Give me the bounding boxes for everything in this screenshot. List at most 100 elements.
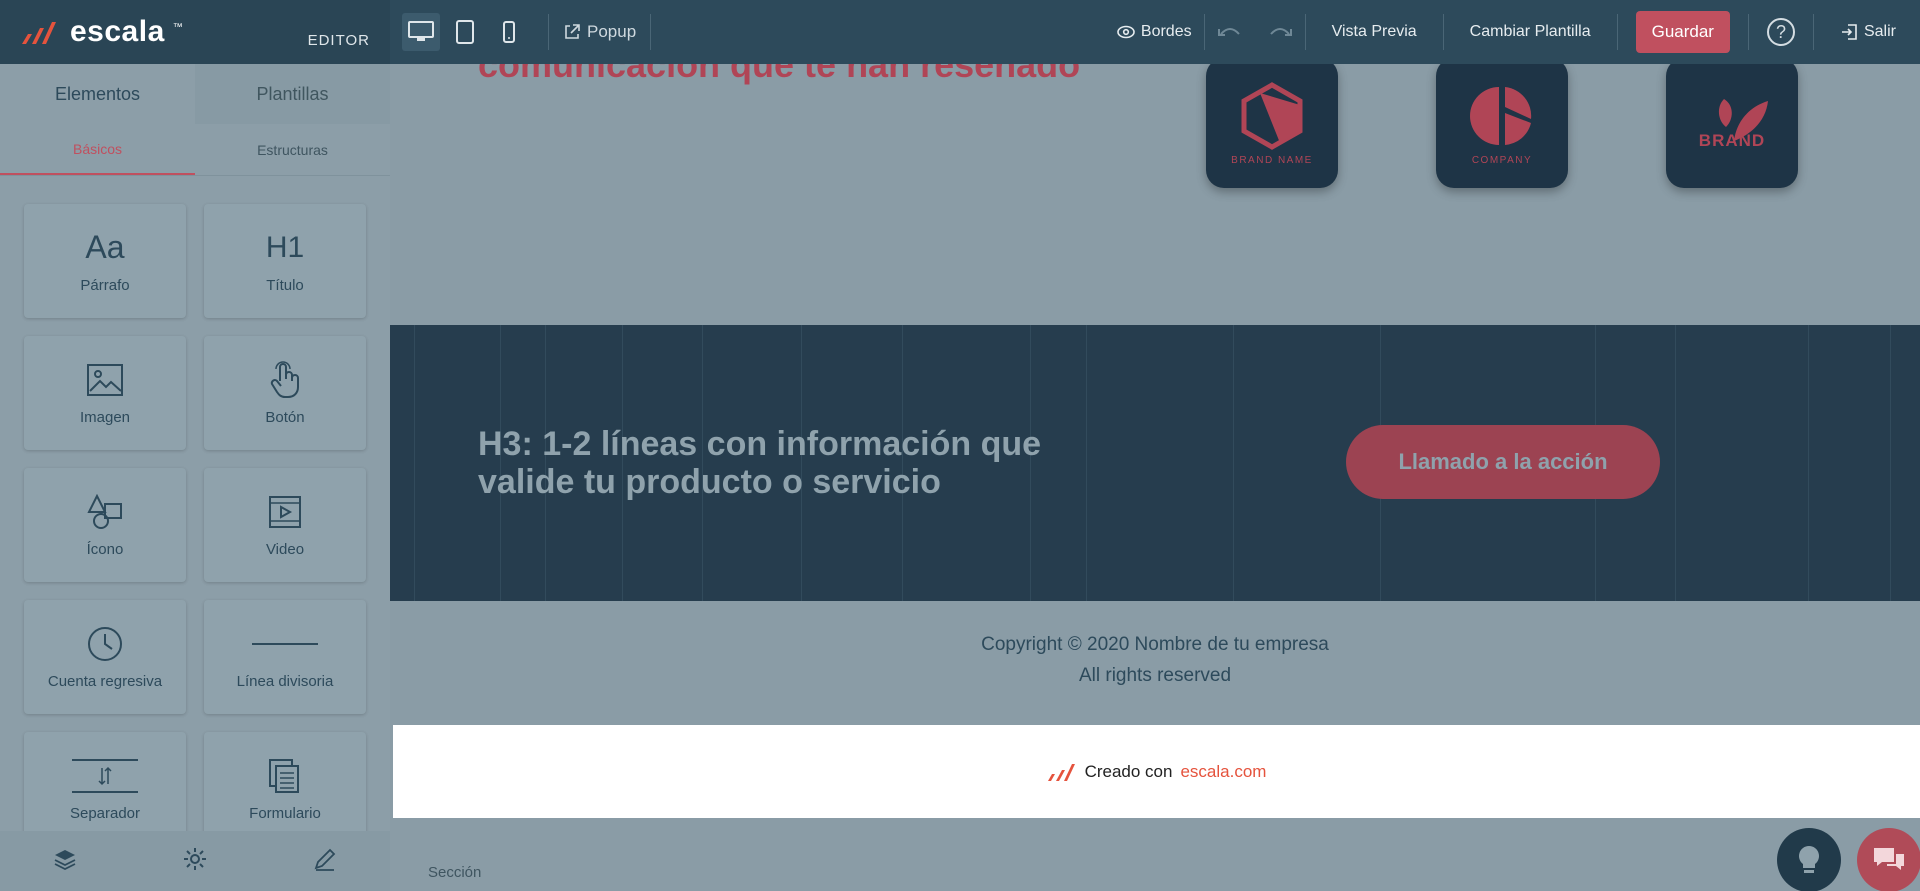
- company-logo-card[interactable]: COMPANY: [1436, 64, 1568, 188]
- decor-line: [1890, 325, 1891, 601]
- undo-button[interactable]: [1205, 24, 1255, 40]
- change-template-button[interactable]: Cambiar Plantilla: [1444, 23, 1617, 41]
- external-link-icon: [565, 24, 580, 39]
- exit-icon: [1841, 24, 1857, 40]
- form-icon: [268, 757, 302, 795]
- eye-icon: [1117, 25, 1135, 39]
- escala-logo-icon: [22, 22, 56, 44]
- brand-logo-card[interactable]: BRAND NAME: [1206, 64, 1338, 188]
- hero-heading[interactable]: comunicación que te han reseñado: [478, 64, 1080, 86]
- toolbar-divider: [1616, 14, 1618, 50]
- borders-label: Bordes: [1140, 23, 1192, 40]
- element-label: Línea divisoria: [236, 672, 334, 690]
- cta-section[interactable]: H3: 1-2 líneas con información que valid…: [390, 325, 1920, 601]
- element-label: Botón: [265, 408, 305, 426]
- made-with-banner: Creado con escala.com: [393, 725, 1920, 818]
- escala-logo[interactable]: escala ™: [20, 15, 183, 49]
- save-button[interactable]: Guardar: [1635, 11, 1730, 53]
- logo-caption: BRAND NAME: [1231, 154, 1313, 166]
- logo-caption: BRAND: [1698, 131, 1766, 150]
- element-video[interactable]: Video: [204, 468, 366, 582]
- help-icon[interactable]: ?: [1766, 18, 1795, 46]
- popup-label: Popup: [587, 22, 637, 41]
- separator-icon: [72, 757, 138, 795]
- layers-button[interactable]: [53, 848, 77, 875]
- settings-button[interactable]: [183, 847, 207, 876]
- video-icon: [268, 493, 302, 531]
- element-icon[interactable]: Ícono: [24, 468, 186, 582]
- decor-line: [1086, 325, 1087, 601]
- element-separator[interactable]: Separador: [24, 732, 186, 846]
- escala-link[interactable]: escala.com: [1180, 762, 1266, 782]
- tab-plantillas[interactable]: Plantillas: [195, 64, 390, 124]
- redo-button[interactable]: [1255, 24, 1305, 40]
- cta-button[interactable]: Llamado a la acción: [1346, 425, 1660, 499]
- element-divider-line[interactable]: Línea divisoria: [204, 600, 366, 714]
- desktop-view-button[interactable]: [402, 13, 440, 51]
- hero-section[interactable]: comunicación que te han reseñado BRAND N…: [390, 64, 1920, 325]
- decor-line: [414, 325, 415, 601]
- pen-icon: [314, 848, 336, 871]
- preview-label: Vista Previa: [1331, 23, 1417, 40]
- line-icon: [252, 625, 318, 663]
- element-label: Formulario: [249, 804, 321, 822]
- exit-label: Salir: [1863, 23, 1896, 40]
- element-label: Cuenta regresiva: [47, 672, 163, 690]
- shapes-icon: [87, 493, 123, 531]
- made-with-text: Creado con: [1084, 761, 1173, 781]
- heading-icon: H1: [265, 230, 305, 264]
- tips-button[interactable]: [1777, 828, 1841, 891]
- element-image[interactable]: Imagen: [24, 336, 186, 450]
- footer-section[interactable]: Copyright © 2020 Nombre de tu empresa Al…: [390, 601, 1920, 725]
- decor-line: [1233, 325, 1234, 601]
- sidebar-tabs: Elementos Plantillas: [0, 64, 390, 124]
- gear-icon: [184, 847, 206, 870]
- layers-icon: [54, 849, 76, 870]
- borders-toggle[interactable]: Bordes: [1105, 23, 1204, 41]
- mobile-view-button[interactable]: [490, 13, 528, 51]
- subtab-basicos[interactable]: Básicos: [0, 124, 195, 175]
- elements-grid: Aa Párrafo H1 Título Imagen Botón Ícono: [24, 204, 368, 846]
- subtab-estructuras[interactable]: Estructuras: [195, 124, 390, 175]
- pointer-hand-icon: [270, 360, 300, 399]
- element-label: Video: [265, 540, 305, 558]
- desktop-icon: [408, 21, 434, 41]
- copyright-text[interactable]: Copyright © 2020 Nombre de tu empresa: [390, 629, 1920, 660]
- device-switcher: Popup: [390, 0, 665, 64]
- element-countdown[interactable]: Cuenta regresiva: [24, 600, 186, 714]
- circle-logo-icon: [1470, 86, 1532, 145]
- chat-button[interactable]: [1857, 828, 1920, 891]
- element-label: Párrafo: [80, 276, 130, 294]
- mobile-icon: [503, 21, 515, 43]
- exit-button[interactable]: Salir: [1814, 23, 1896, 41]
- element-paragraph[interactable]: Aa Párrafo: [24, 204, 186, 318]
- rights-text[interactable]: All rights reserved: [390, 660, 1920, 691]
- cta-heading[interactable]: H3: 1-2 líneas con información que valid…: [478, 425, 1078, 501]
- editor-label: EDITOR: [307, 32, 370, 49]
- top-toolbar: escala ™ EDITOR Popup Bordes Vista Previ…: [0, 0, 1920, 64]
- undo-icon: [1217, 28, 1240, 36]
- element-title[interactable]: H1 Título: [204, 204, 366, 318]
- image-icon: [87, 361, 123, 399]
- lightbulb-icon: [1799, 846, 1819, 873]
- tablet-view-button[interactable]: [446, 13, 484, 51]
- element-label: Separador: [69, 804, 141, 822]
- preview-button[interactable]: Vista Previa: [1306, 23, 1443, 41]
- element-label: Título: [266, 276, 304, 294]
- section-breadcrumb: Sección: [428, 864, 482, 881]
- element-form[interactable]: Formulario: [204, 732, 366, 846]
- tab-elementos[interactable]: Elementos: [0, 64, 195, 124]
- sidebar-bottom-toolbar: [0, 831, 390, 891]
- toolbar-divider: [650, 14, 652, 50]
- change-template-label: Cambiar Plantilla: [1469, 23, 1591, 40]
- clock-icon: [87, 625, 123, 663]
- element-button[interactable]: Botón: [204, 336, 366, 450]
- decor-line: [1808, 325, 1809, 601]
- style-button[interactable]: [313, 847, 337, 876]
- right-toolbar: Bordes Vista Previa Cambiar Plantilla Gu…: [1105, 0, 1920, 64]
- toolbar-divider: [1747, 14, 1749, 50]
- brand-leaf-logo-card[interactable]: BRAND: [1666, 64, 1798, 188]
- popup-button[interactable]: Popup: [563, 22, 636, 42]
- chat-icon: [1874, 848, 1904, 870]
- redo-icon: [1269, 28, 1292, 36]
